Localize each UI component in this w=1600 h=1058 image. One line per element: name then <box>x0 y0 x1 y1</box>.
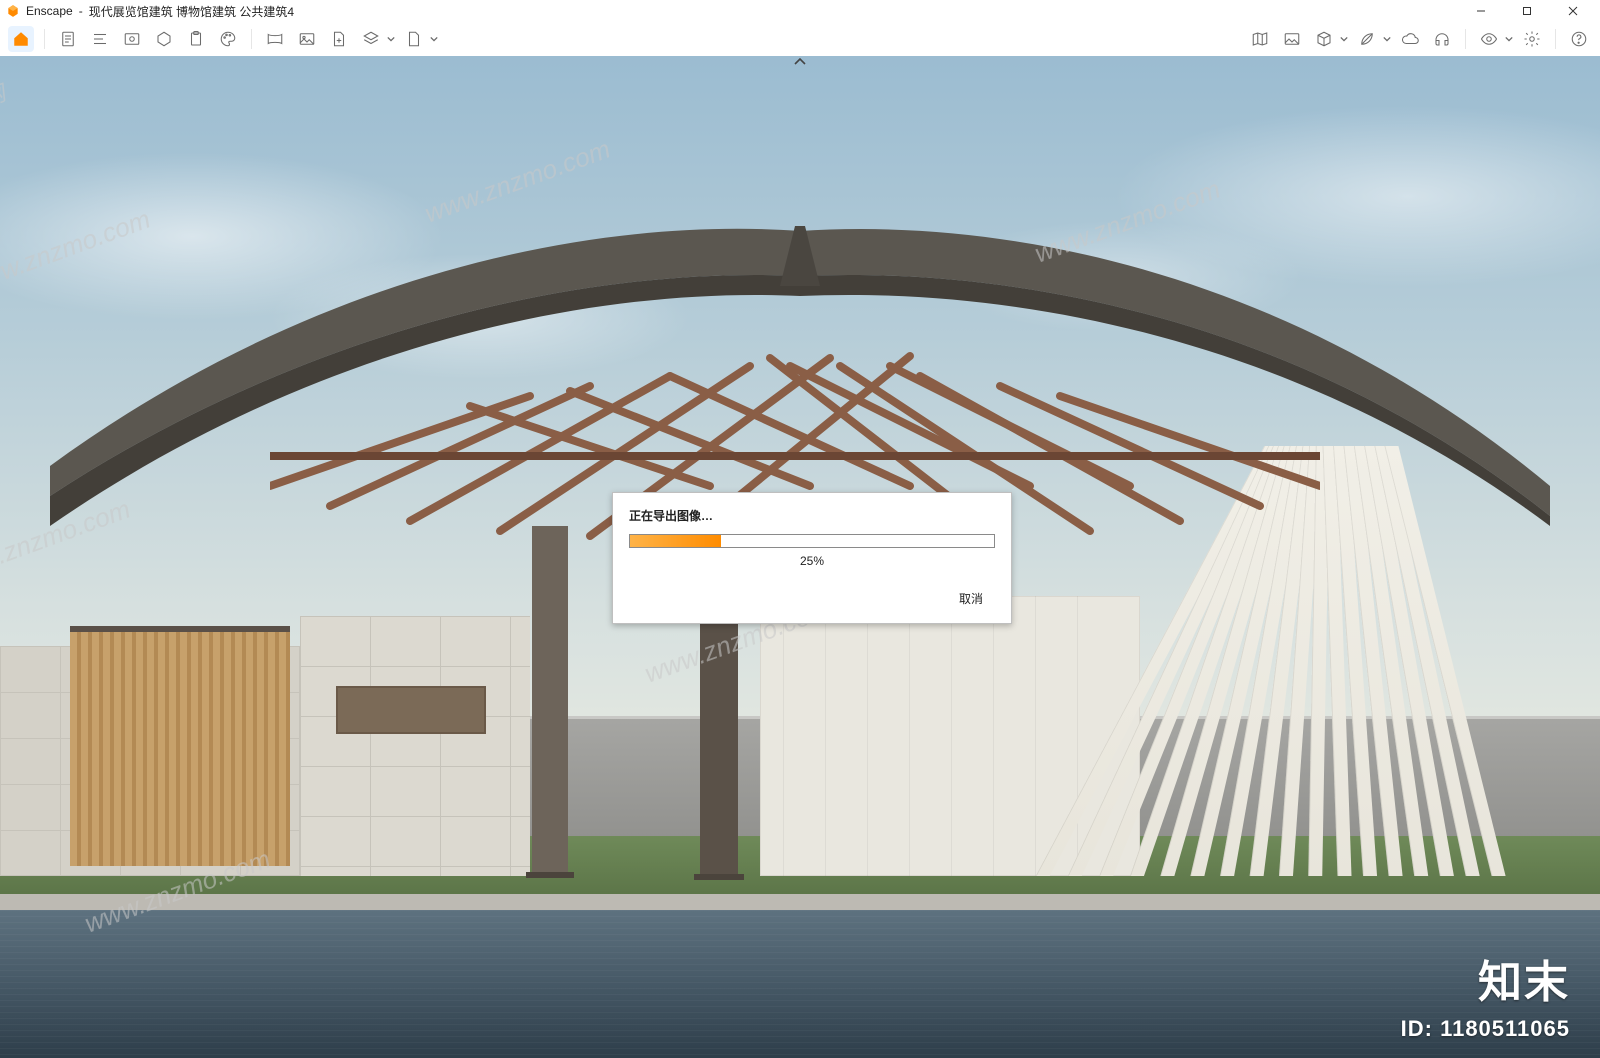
separator <box>1555 29 1556 49</box>
cancel-button[interactable]: 取消 <box>945 586 997 611</box>
sign-wall <box>300 616 530 876</box>
picture-icon[interactable] <box>294 26 320 52</box>
close-button[interactable] <box>1550 0 1596 22</box>
render-viewport[interactable]: www.znzmo.com www.znzmo.com www.znzmo.co… <box>0 56 1600 1058</box>
maximize-button[interactable] <box>1504 0 1550 22</box>
eye-icon[interactable] <box>1476 26 1502 52</box>
brand-id: ID: 1180511065 <box>1401 1016 1570 1042</box>
pillar-left <box>532 526 568 872</box>
hexagon-icon[interactable] <box>151 26 177 52</box>
roof <box>50 226 1550 526</box>
toolbar-right <box>1247 26 1592 52</box>
collapse-handle[interactable] <box>786 56 814 68</box>
headset-icon[interactable] <box>1429 26 1455 52</box>
title-bar-left: Enscape - 现代展览馆建筑 博物馆建筑 公共建筑4 <box>6 3 294 20</box>
chevron-down-icon[interactable] <box>1505 26 1513 52</box>
separator <box>44 29 45 49</box>
dialog-title: 正在导出图像… <box>629 507 995 524</box>
separator <box>1465 29 1466 49</box>
minimize-button[interactable] <box>1458 0 1504 22</box>
image-icon[interactable] <box>1279 26 1305 52</box>
progress-text: 25% <box>629 554 995 568</box>
chevron-down-icon[interactable] <box>1340 26 1348 52</box>
chevron-down-icon[interactable] <box>430 26 438 52</box>
back-building <box>760 596 1140 876</box>
progress-bar <box>629 534 995 548</box>
chevron-down-icon[interactable] <box>1383 26 1391 52</box>
layers-icon[interactable] <box>358 26 384 52</box>
map-icon[interactable] <box>1247 26 1273 52</box>
wood-slat-panel <box>70 626 290 866</box>
pool-edge <box>0 894 1600 910</box>
app-logo-icon <box>6 4 20 18</box>
title-separator: - <box>79 4 83 18</box>
clipboard-icon[interactable] <box>183 26 209 52</box>
panorama-icon[interactable] <box>262 26 288 52</box>
document-icon[interactable] <box>55 26 81 52</box>
brand-mark: 知末 <box>1478 946 1570 1010</box>
toolbar-left <box>8 26 438 52</box>
app-name: Enscape <box>26 4 73 18</box>
export-progress-dialog: 正在导出图像… 25% 取消 <box>612 492 1012 624</box>
file-add-icon[interactable] <box>326 26 352 52</box>
help-icon[interactable] <box>1566 26 1592 52</box>
title-bar: Enscape - 现代展览馆建筑 博物馆建筑 公共建筑4 <box>0 0 1600 22</box>
water <box>0 910 1600 1058</box>
cloud-sync-icon[interactable] <box>1397 26 1423 52</box>
toolbar <box>0 22 1600 56</box>
align-icon[interactable] <box>87 26 113 52</box>
chevron-down-icon[interactable] <box>387 26 395 52</box>
separator <box>251 29 252 49</box>
gear-icon[interactable] <box>1519 26 1545 52</box>
cube-icon[interactable] <box>1311 26 1337 52</box>
window-controls <box>1458 0 1596 22</box>
leaf-icon[interactable] <box>1354 26 1380 52</box>
file-icon[interactable] <box>401 26 427 52</box>
progress-fill <box>630 535 721 547</box>
image-export-icon[interactable] <box>119 26 145 52</box>
home-icon[interactable] <box>8 26 34 52</box>
palette-icon[interactable] <box>215 26 241 52</box>
sign-plate <box>336 686 486 734</box>
document-title: 现代展览馆建筑 博物馆建筑 公共建筑4 <box>89 3 294 20</box>
